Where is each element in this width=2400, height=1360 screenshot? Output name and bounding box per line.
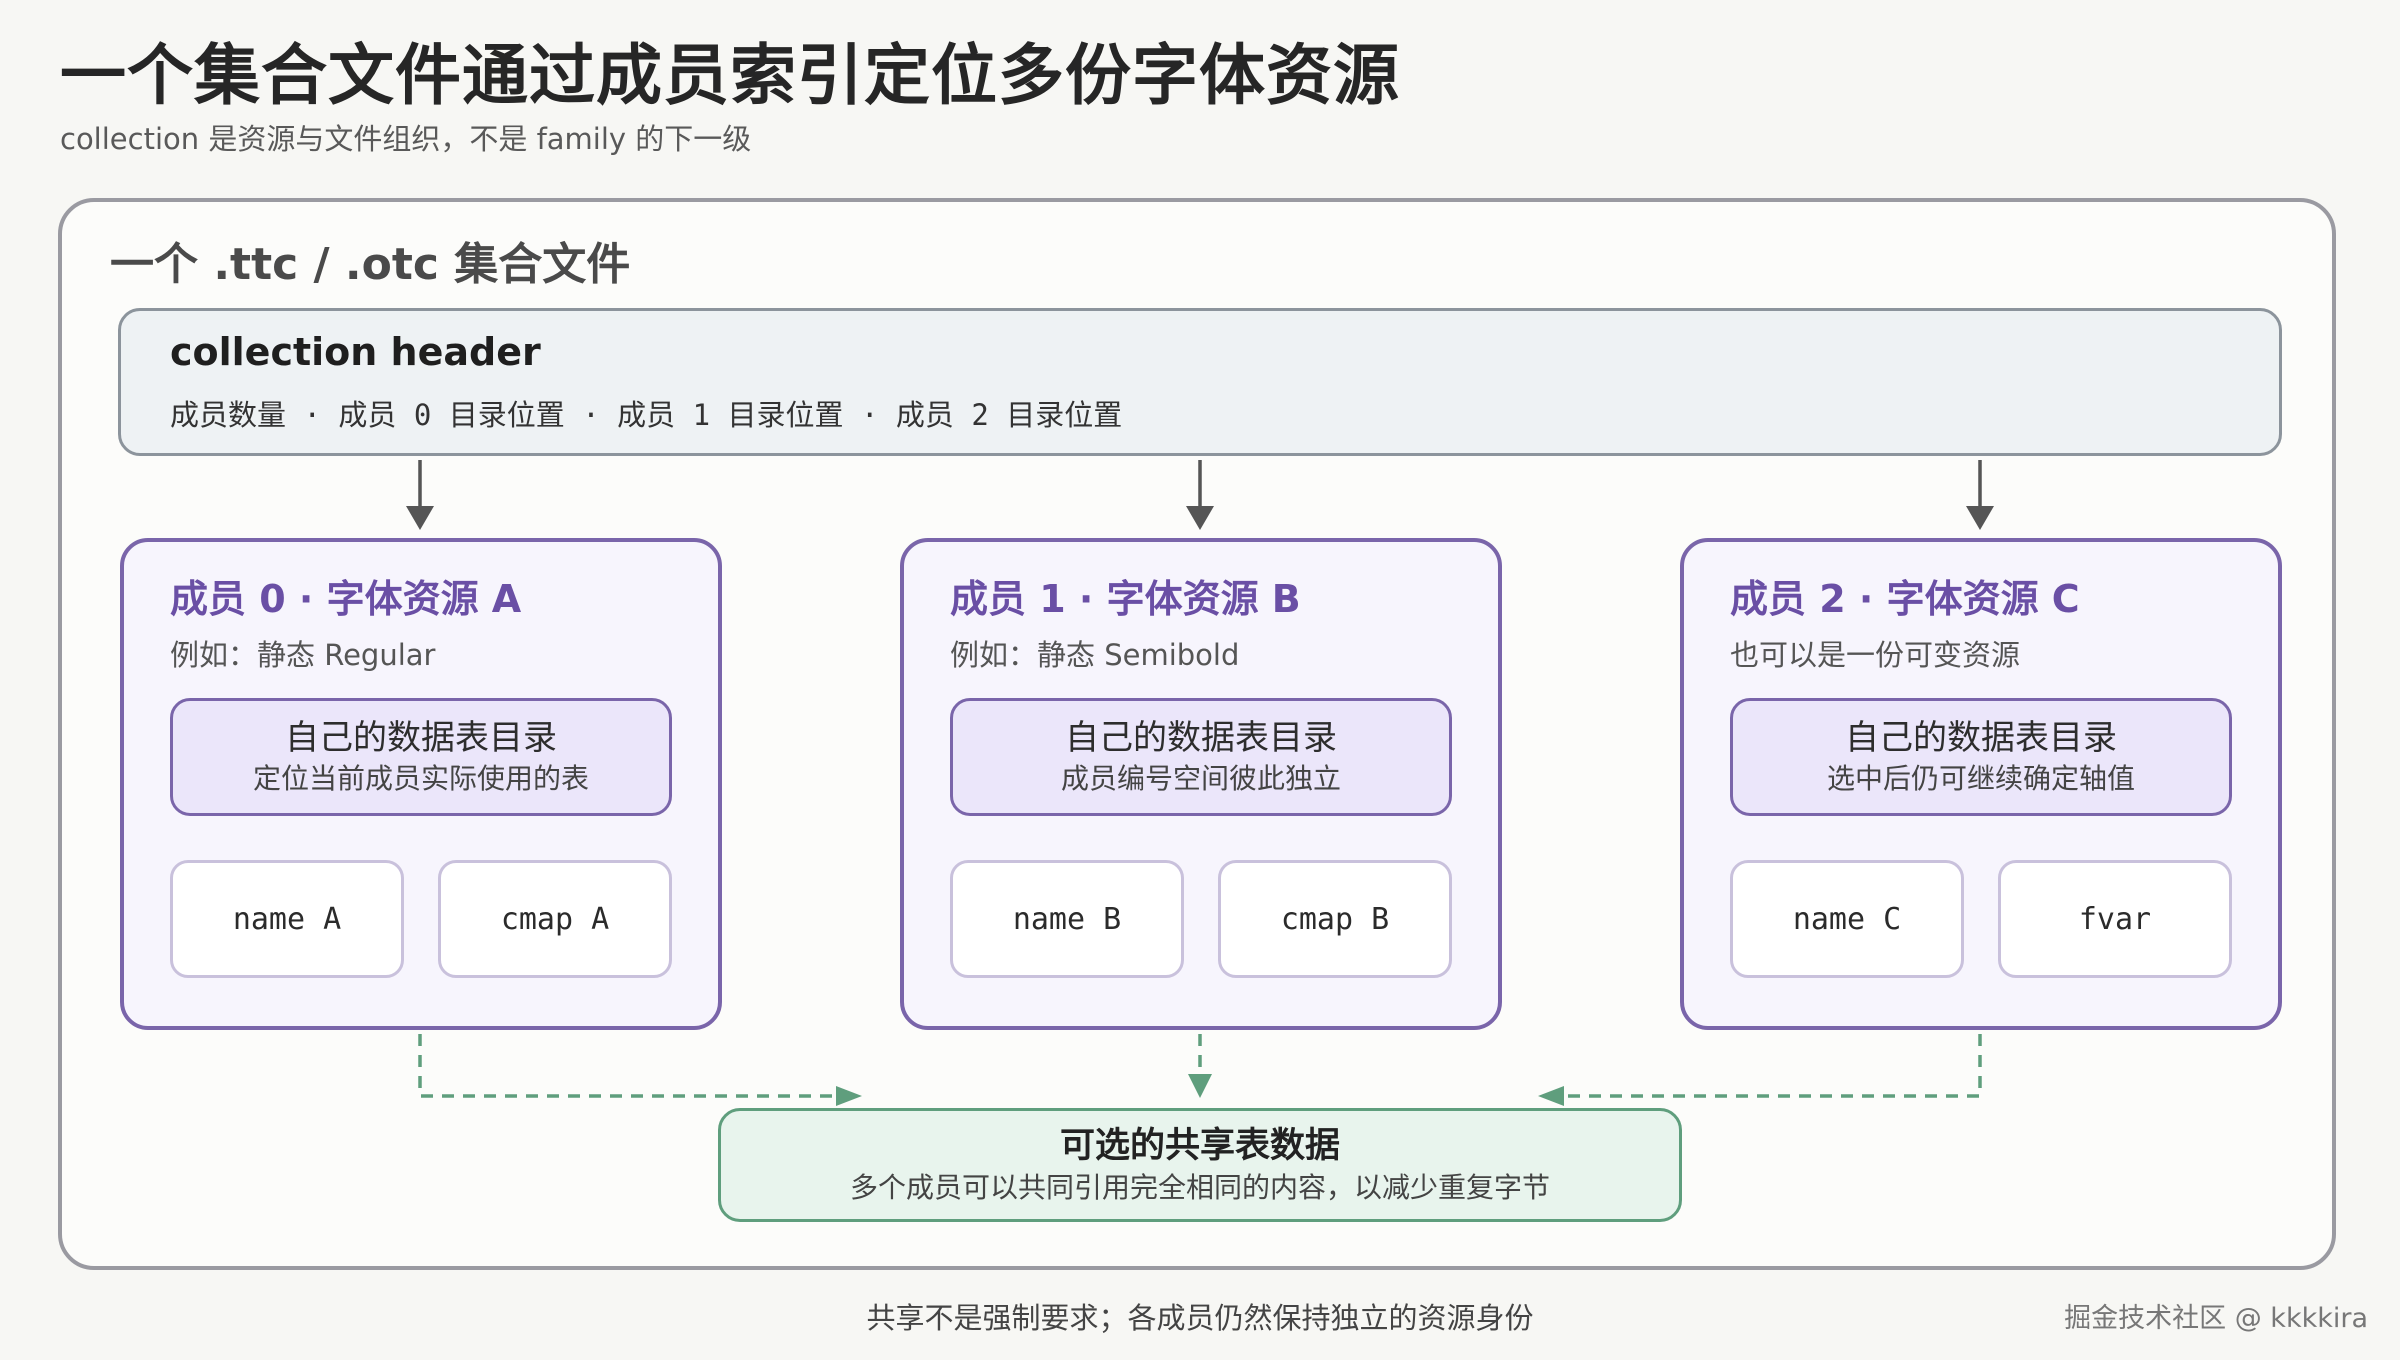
dashed-member-0-to-shared <box>418 1034 838 1098</box>
arrowhead-member-2 <box>1966 506 1994 530</box>
header-to-member-arrows <box>418 460 1982 508</box>
dashed-member-2-to-shared <box>1562 1034 1982 1098</box>
arrowhead-member-1 <box>1186 506 1214 530</box>
shared-arrowhead-right <box>1538 1086 1564 1106</box>
watermark: 掘金技术社区 @ kkkkira <box>2064 1303 2368 1334</box>
footer-note: 共享不是强制要求；各成员仍然保持独立的资源身份 <box>866 1301 1534 1335</box>
shared-arrowhead-left <box>836 1086 862 1106</box>
shared-arrowhead-middle <box>1188 1074 1212 1098</box>
arrowhead-member-0 <box>406 506 434 530</box>
connector-arrows <box>406 460 1994 1106</box>
